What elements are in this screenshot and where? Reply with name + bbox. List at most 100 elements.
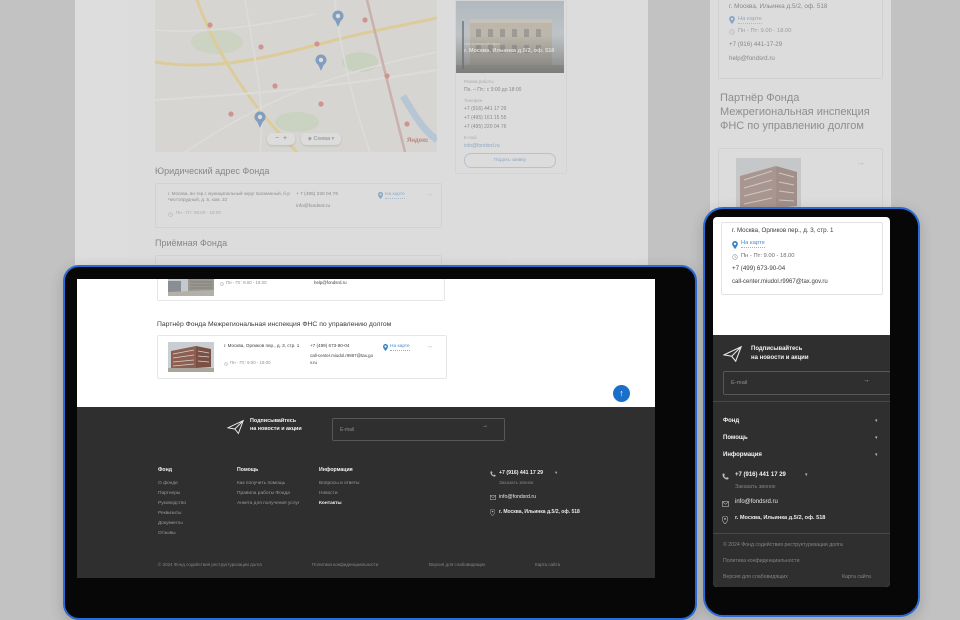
paper-plane-icon: [723, 345, 743, 363]
footer-copyright: © 2024 Фонд содействия реструктуризации …: [723, 542, 843, 549]
envelope-icon: [722, 501, 729, 507]
phones-label: Телефон: [464, 98, 482, 104]
apply-request-button[interactable]: Подать заявку: [464, 153, 556, 168]
footer-link[interactable]: Правила работы Фонда: [237, 491, 290, 497]
legal-address: г. Москва, вн.тер.г. муниципальный округ…: [168, 191, 290, 204]
mobile-office-map-link[interactable]: На карте: [738, 16, 762, 24]
arrow-right-icon[interactable]: →: [426, 191, 432, 200]
office-address: г. Москва, Ильинка д.5/2, оф. 518: [464, 48, 559, 55]
phone-screen: г. Москва, Орликов пер., д. 3, стр. 1 На…: [713, 217, 890, 587]
envelope-icon: [490, 495, 496, 500]
reception-section-title: Приёмная Фонда: [155, 238, 227, 249]
accessibility-link[interactable]: Версия для слабовидящих: [429, 562, 485, 568]
legal-hours: Пн - Пт: 09:00 - 18:00: [176, 210, 221, 216]
partner-phone[interactable]: +7 (499) 673-90-04: [310, 343, 349, 349]
footer-link[interactable]: О фонде: [158, 481, 178, 487]
subscribe-submit-arrow[interactable]: →: [863, 377, 870, 385]
footer-email[interactable]: info@fondsrd.ru: [735, 499, 778, 507]
footer-email[interactable]: info@fondsrd.ru: [499, 494, 536, 501]
partner-hours: Пн - Пт: 9.00 - 18.00: [741, 253, 795, 260]
partner-hours: Пн - Пт: 9.00 - 18.00: [230, 360, 271, 366]
accessibility-link[interactable]: Версия для слабовидящих: [723, 574, 788, 581]
email-label: E-mail: [464, 135, 476, 141]
callback-link[interactable]: Заказать звонок: [499, 480, 533, 486]
sitemap-link[interactable]: Карта сайта: [535, 562, 560, 568]
footer-copyright: © 2024 Фонд содействия реструктуризации …: [158, 562, 262, 568]
office-hours: Пн. – Пт.: с 9:00 до 18:00: [464, 87, 521, 93]
office-phone-1[interactable]: +7 (916) 441 17 29: [464, 106, 506, 112]
phone-icon: [490, 471, 496, 477]
footer-link[interactable]: Анкета для получения услуг: [237, 501, 300, 507]
accordion-item-info[interactable]: Информация: [723, 452, 762, 460]
clock-icon: [224, 362, 228, 366]
office-phone-3[interactable]: +7 (495) 220 04 76: [464, 124, 506, 130]
accordion-item-help[interactable]: Помощь: [723, 435, 748, 443]
legal-email[interactable]: info@fondsrd.ru: [296, 204, 330, 210]
footer-link[interactable]: Партнеры: [158, 491, 180, 497]
footer-link[interactable]: Руководство: [158, 501, 186, 507]
footer-link[interactable]: Новости: [319, 491, 338, 497]
legal-phone[interactable]: + 7 (495) 220 04 76: [296, 192, 338, 198]
partner-map-link[interactable]: На карте: [390, 344, 410, 351]
footer-link[interactable]: Документы: [158, 521, 183, 527]
mobile-office-email[interactable]: help@fondsrd.ru: [729, 55, 775, 63]
office-phone-2[interactable]: +7 (495) 161 15 55: [464, 115, 506, 121]
reception-building-photo: [168, 279, 214, 296]
partner-map-link[interactable]: На карте: [741, 240, 765, 248]
map-pin-icon: [729, 16, 735, 24]
map-pin-icon: [490, 509, 495, 516]
footer-link[interactable]: Реквизиты: [158, 511, 182, 517]
clock-icon: [220, 282, 224, 286]
chevron-down-icon[interactable]: ▾: [805, 472, 808, 478]
clock-icon: [168, 212, 173, 217]
legal-section-title: Юридический адрес Фонда: [155, 166, 269, 177]
map-image: [155, 0, 437, 152]
office-badge: Центральный офис: [464, 41, 500, 46]
yandex-map[interactable]: − + ◈ Схема ▾ Яндекс: [155, 0, 437, 152]
arrow-up-icon: ↑: [619, 388, 624, 398]
reception-email[interactable]: help@fondsrd.ru: [314, 280, 347, 286]
legal-map-link[interactable]: На карте: [385, 192, 405, 199]
callback-link[interactable]: Заказать звонок: [735, 484, 775, 491]
partner-title-line2: Межрегиональная инспекция: [720, 106, 870, 120]
scroll-to-top-button[interactable]: ↑: [613, 385, 630, 402]
arrow-right-icon[interactable]: →: [856, 157, 864, 168]
map-layers-control[interactable]: ◈ Схема ▾: [301, 133, 341, 145]
tablet-partner-card: г. Москва, Орликов пер., д. 3, стр. 1 Пн…: [157, 335, 447, 379]
footer-address: г. Москва, Ильинка д.5/2, оф. 518: [499, 509, 580, 515]
subscribe-title-line1: Подписывайтесь: [250, 418, 296, 425]
footer-address: г. Москва, Ильинка д.5/2, оф. 518: [735, 515, 825, 522]
sitemap-link[interactable]: Карта сайта: [842, 574, 871, 581]
map-zoom-in-button[interactable]: +: [283, 135, 287, 142]
subscribe-submit-arrow[interactable]: →: [482, 423, 488, 431]
mobile-office-card: г. Москва, Ильинка д.5/2, оф. 518 На кар…: [718, 0, 883, 79]
privacy-link[interactable]: Политика конфиденциальности: [723, 558, 800, 565]
footer-link[interactable]: Отзывы: [158, 531, 176, 537]
map-pin-icon: [383, 344, 388, 351]
partner-email[interactable]: call-center.miudol.r9967@tax.gov.ru: [310, 353, 376, 366]
footer-column-title-fond: Фонд: [158, 467, 172, 474]
privacy-link[interactable]: Политика конфиденциальности: [312, 562, 378, 568]
accordion-item-fond[interactable]: Фонд: [723, 418, 739, 426]
central-office-card: Центральный офис г. Москва, Ильинка д.5/…: [455, 0, 567, 174]
office-email-link[interactable]: info@fondsrd.ru: [464, 143, 500, 149]
partner-phone[interactable]: +7 (499) 673-90-04: [732, 265, 785, 273]
chevron-down-icon[interactable]: ▾: [555, 470, 557, 476]
mobile-office-phone[interactable]: +7 (916) 441-17-29: [729, 41, 782, 49]
partner-title-line1: Партнёр Фонда: [720, 92, 799, 106]
chevron-down-icon: ▾: [332, 136, 335, 142]
map-pin-icon: [722, 516, 728, 524]
chevron-down-icon: ▾: [875, 435, 878, 441]
partner-building-photo: [168, 342, 214, 372]
arrow-right-icon[interactable]: →: [426, 343, 432, 352]
footer-link[interactable]: Вопросы и ответы: [319, 481, 359, 487]
footer-phone[interactable]: +7 (916) 441 17 29: [735, 472, 786, 480]
footer-phone[interactable]: +7 (916) 441 17 29: [499, 470, 543, 477]
footer-link-active[interactable]: Контакты: [319, 501, 342, 507]
map-zoom-control[interactable]: − +: [267, 133, 295, 145]
footer-link[interactable]: Как получить помощь: [237, 481, 285, 487]
footer-column-title-info: Информация: [319, 467, 353, 474]
partner-email[interactable]: call-center.miudol.r9967@tax.gov.ru: [732, 279, 828, 287]
subscribe-email-input[interactable]: [332, 418, 505, 441]
map-zoom-out-button[interactable]: −: [275, 135, 279, 142]
